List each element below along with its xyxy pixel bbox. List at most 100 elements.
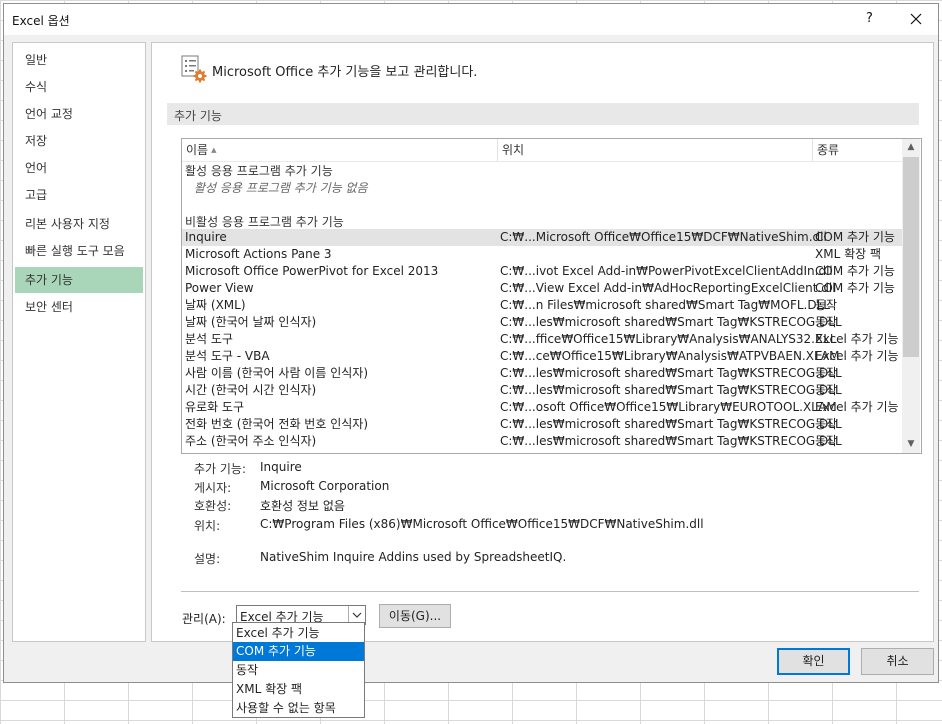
addin-type: COM 추가 기능	[815, 264, 895, 278]
addin-name: 주소 (한국어 주소 인식자)	[185, 434, 317, 448]
description-label: 설명:	[194, 552, 221, 566]
addin-type: Excel 추가 기능	[815, 349, 899, 363]
scroll-up-icon[interactable]: ▲	[902, 139, 920, 156]
addin-type: 동작	[815, 417, 838, 431]
divider	[181, 591, 919, 592]
addin-type: Excel 추가 기능	[815, 332, 899, 346]
table-row[interactable]: Microsoft Actions Pane 3 XML 확장 팩	[182, 246, 902, 263]
addin-type: 동작	[815, 383, 838, 397]
addin-name: 유로화 도구	[185, 400, 245, 414]
addin-location: C:₩...ce₩Office15₩Library₩Analysis₩ATPVB…	[500, 349, 840, 363]
addin-name: Inquire	[185, 230, 227, 244]
section-band: 추가 기능	[167, 103, 919, 125]
table-row[interactable]: Power View C:₩...View Excel Add-in₩AdHocR…	[182, 280, 902, 297]
cancel-button[interactable]: 취소	[861, 648, 934, 675]
addin-type: XML 확장 팩	[815, 247, 882, 261]
nav-item-advanced[interactable]: 고급	[13, 182, 145, 208]
nav-item-customize-ribbon[interactable]: 리본 사용자 지정	[13, 211, 145, 237]
nav-item-trust-center[interactable]: 보안 센터	[13, 294, 145, 320]
column-header-name[interactable]: 이름 ▲	[182, 139, 498, 161]
addins-list[interactable]: 이름 ▲ 위치 종류 활성 응용 프로그램 추가 기능 활성 응용 프로그램 추가…	[181, 138, 922, 454]
sort-ascending-icon: ▲	[211, 146, 217, 154]
addin-name: 사람 이름 (한국어 사람 이름 인식자)	[185, 366, 368, 380]
table-row[interactable]: 날짜 (XML) C:₩...n Files₩microsoft shared₩S…	[182, 297, 902, 314]
nav-item-general[interactable]: 일반	[13, 47, 145, 73]
manage-dropdown-list: Excel 추가 기능 COM 추가 기능 동작 XML 확장 팩 사용할 수 …	[232, 622, 365, 718]
addin-type: COM 추가 기능	[815, 230, 895, 244]
nav-item-quick-access[interactable]: 빠른 실행 도구 모음	[13, 238, 145, 264]
addin-name: Microsoft Actions Pane 3	[185, 247, 332, 261]
location-value: C:₩Program Files (x86)₩Microsoft Office₩…	[260, 517, 704, 531]
publisher-label: 게시자:	[194, 481, 232, 495]
excel-options-dialog: Excel 옵션 ? 일반 수식 언어 교정 저장 언어 고급 리본 사용자 지…	[3, 3, 939, 683]
description-value: NativeShim Inquire Addins used by Spread…	[260, 550, 567, 564]
addin-location: C:₩...ffice₩Office15₩Library₩Analysis₩AN…	[500, 332, 837, 346]
nav-item-addins[interactable]: 추가 기능	[15, 267, 143, 293]
table-row[interactable]: 날짜 (한국어 날짜 인식자) C:₩...les₩microsoft share…	[182, 314, 902, 331]
addins-gear-icon	[181, 55, 207, 83]
scroll-down-icon[interactable]: ▼	[902, 436, 920, 453]
go-button[interactable]: 이동(G)...	[379, 604, 451, 628]
addin-type: 동작	[815, 298, 838, 312]
column-header-location[interactable]: 위치	[498, 139, 813, 161]
section-title: 추가 기능	[174, 109, 222, 123]
dropdown-option-excel-addins[interactable]: Excel 추가 기능	[233, 624, 364, 643]
active-group-empty: 활성 응용 프로그램 추가 기능 없음	[194, 181, 368, 195]
addin-location: C:₩...ivot Excel Add-in₩PowerPivotExcelC…	[500, 264, 833, 278]
addin-location: C:₩...osoft Office₩Office15₩Library₩EURO…	[500, 400, 837, 414]
addin-value: Inquire	[260, 460, 302, 474]
column-name-label: 이름	[186, 143, 209, 157]
close-icon[interactable]	[904, 7, 928, 31]
dropdown-option-actions[interactable]: 동작	[233, 661, 364, 680]
addin-location: C:₩...n Files₩microsoft shared₩Smart Tag…	[500, 298, 830, 312]
column-header-type[interactable]: 종류	[813, 139, 902, 161]
addin-name: 날짜 (XML)	[185, 298, 246, 312]
table-row[interactable]: 분석 도구 C:₩...ffice₩Office15₩Library₩Analys…	[182, 331, 902, 348]
addin-type: Excel 추가 기능	[815, 400, 899, 414]
active-group-title: 활성 응용 프로그램 추가 기능	[185, 164, 333, 178]
addin-location: C:₩...Microsoft Office₩Office15₩DCF₩Nati…	[500, 230, 827, 244]
dropdown-option-disabled-items[interactable]: 사용할 수 없는 항목	[233, 699, 364, 718]
manage-label: 관리(A):	[182, 612, 226, 626]
addin-location: C:₩...les₩microsoft shared₩Smart Tag₩KST…	[500, 366, 842, 380]
list-scrollbar[interactable]: ▲ ▼	[902, 139, 920, 453]
dropdown-option-com-addins[interactable]: COM 추가 기능	[233, 642, 364, 661]
addin-name: Microsoft Office PowerPivot for Excel 20…	[185, 264, 439, 278]
dropdown-option-xml-expansion-packs[interactable]: XML 확장 팩	[233, 680, 364, 699]
location-label: 위치:	[194, 519, 221, 533]
table-row[interactable]: Inquire C:₩...Microsoft Office₩Office15₩D…	[182, 229, 902, 246]
addin-location: C:₩...View Excel Add-in₩AdHocReportingEx…	[500, 281, 836, 295]
addin-location: C:₩...les₩microsoft shared₩Smart Tag₩KST…	[500, 315, 842, 329]
inactive-group-title: 비활성 응용 프로그램 추가 기능	[185, 215, 344, 229]
addin-name: 날짜 (한국어 날짜 인식자)	[185, 315, 317, 329]
addin-name: 분석 도구 - VBA	[185, 349, 270, 363]
addin-name: 전화 번호 (한국어 전화 번호 인식자)	[185, 417, 368, 431]
compat-value: 호환성 정보 없음	[260, 499, 345, 513]
ok-button[interactable]: 확인	[777, 648, 850, 675]
addin-name: 시간 (한국어 시간 인식자)	[185, 383, 317, 397]
publisher-value: Microsoft Corporation	[260, 479, 390, 493]
addin-name: 분석 도구	[185, 332, 233, 346]
table-row[interactable]: 전화 번호 (한국어 전화 번호 인식자) C:₩...les₩microsoft…	[182, 416, 902, 433]
addin-label: 추가 기능:	[194, 462, 247, 476]
addin-type: 동작	[815, 315, 838, 329]
title-bar: Excel 옵션 ?	[4, 4, 938, 35]
table-row[interactable]: 유로화 도구 C:₩...osoft Office₩Office15₩Librar…	[182, 399, 902, 416]
scrollbar-thumb[interactable]	[903, 157, 919, 357]
addin-type: COM 추가 기능	[815, 281, 895, 295]
table-row[interactable]: 분석 도구 - VBA C:₩...ce₩Office15₩Library₩Ana…	[182, 348, 902, 365]
nav-item-language[interactable]: 언어	[13, 155, 145, 181]
category-nav: 일반 수식 언어 교정 저장 언어 고급 리본 사용자 지정 빠른 실행 도구 …	[12, 42, 146, 642]
nav-item-proofing[interactable]: 언어 교정	[13, 101, 145, 127]
table-row[interactable]: 사람 이름 (한국어 사람 이름 인식자) C:₩...les₩microsoft…	[182, 365, 902, 382]
list-header: 이름 ▲ 위치 종류	[182, 139, 902, 162]
addin-type: 동작	[815, 434, 838, 448]
table-row[interactable]: 시간 (한국어 시간 인식자) C:₩...les₩microsoft share…	[182, 382, 902, 399]
table-row[interactable]: Microsoft Office PowerPivot for Excel 20…	[182, 263, 902, 280]
addin-type: 동작	[815, 366, 838, 380]
nav-item-formulas[interactable]: 수식	[13, 74, 145, 100]
help-button[interactable]: ?	[866, 11, 873, 26]
nav-item-save[interactable]: 저장	[13, 128, 145, 154]
addin-location: C:₩...les₩microsoft shared₩Smart Tag₩KST…	[500, 383, 842, 397]
table-row[interactable]: 주소 (한국어 주소 인식자) C:₩...les₩microsoft share…	[182, 433, 902, 450]
